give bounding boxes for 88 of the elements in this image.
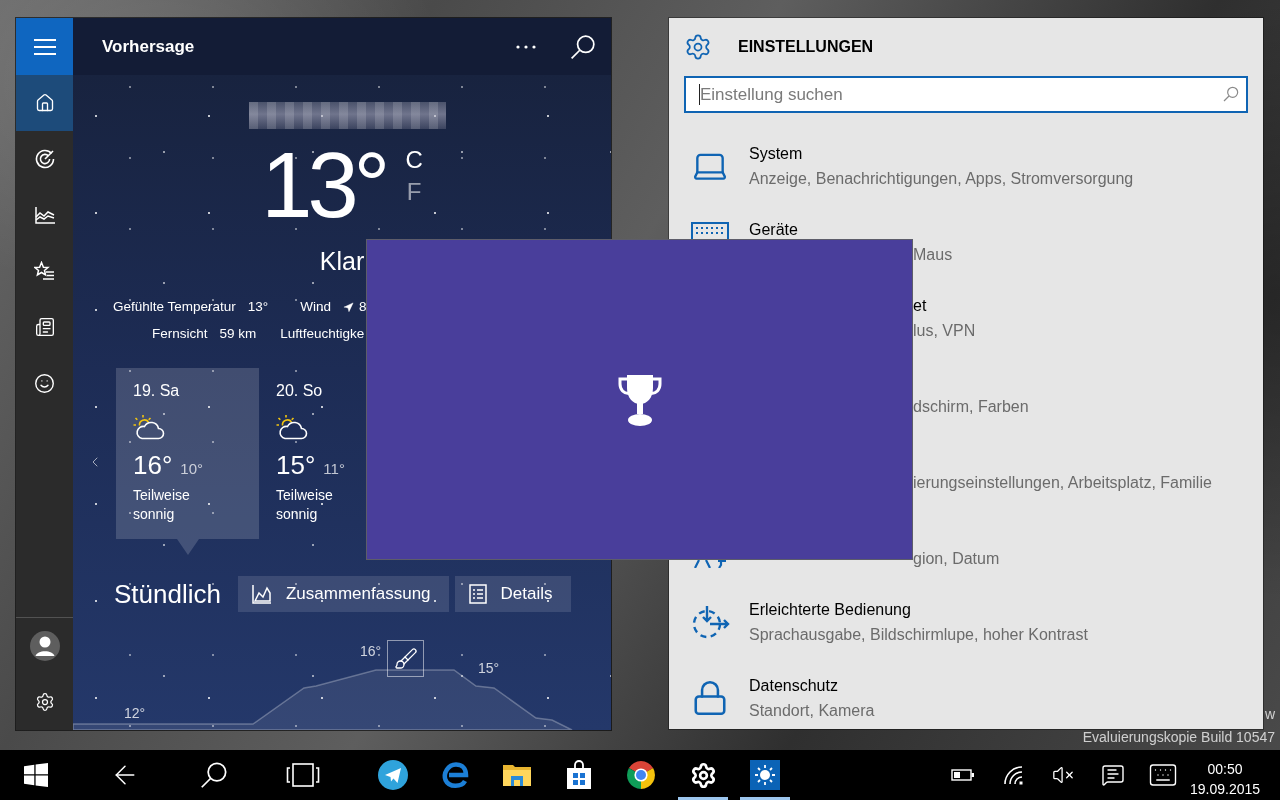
day-date: 20. So (276, 382, 323, 400)
search-icon (200, 761, 228, 789)
detail-value: 13° (247, 298, 269, 316)
category-description: gion, Datum (913, 549, 1000, 569)
graph-label: 12° (124, 705, 146, 721)
view-button[interactable]: Details (454, 576, 571, 612)
keyboard-icon (691, 222, 729, 239)
tricolor-ring-icon (626, 760, 656, 790)
category-title[interactable]: Erleichterte Bedienung (749, 597, 911, 622)
day-condition: Teilweise sonnig (133, 486, 191, 524)
category-title[interactable]: Datenschutz (749, 673, 838, 698)
task-view-icon (286, 763, 320, 787)
watermark-text: w (1264, 705, 1275, 724)
battery-icon (951, 768, 975, 782)
muted-speaker-icon (1052, 764, 1074, 786)
wifi-icon (1002, 764, 1024, 786)
menu-icon (33, 38, 56, 55)
current-temperature: 13° (261, 135, 386, 235)
paper-plane-icon (378, 760, 408, 790)
home-icon (34, 93, 55, 113)
category-description: Maus (913, 245, 953, 265)
lock-icon (691, 679, 729, 717)
low-temperature: 10° (180, 460, 203, 477)
day-condition: Teilweise sonnig (276, 486, 334, 524)
day-card[interactable]: 19. Sa 16° 10° Teilweise sonnig (116, 368, 259, 556)
letter-fragment-icon (693, 560, 727, 568)
category-title[interactable]: System (749, 141, 803, 166)
e-logo-icon (440, 760, 470, 790)
dashed-circle-arrows-icon (690, 604, 730, 640)
high-temperature: 16° (133, 450, 173, 480)
avatar-icon (29, 631, 60, 661)
shopping-bag-icon (566, 760, 592, 790)
partly-sunny-icon (276, 414, 308, 440)
detail-label: Luftfeuchtigke (280, 325, 365, 343)
message-icon (1101, 763, 1125, 787)
category-description: lus, VPN (913, 321, 976, 341)
graph-label: 16° (360, 643, 382, 659)
gear-icon (689, 761, 717, 789)
chart-icon (251, 584, 272, 604)
clock-date[interactable]: 19.09.2015 (1189, 779, 1261, 799)
start-logo-icon (23, 762, 49, 788)
direction-arrow-icon (343, 301, 354, 313)
detail-value: 8 (359, 298, 367, 316)
search-icon (1223, 86, 1239, 102)
settings-icon (684, 33, 712, 61)
menu-button[interactable] (16, 18, 73, 75)
category-title[interactable]: Geräte (749, 217, 798, 242)
edit-button[interactable] (387, 640, 424, 677)
partly-sunny-icon (133, 414, 165, 440)
category-description: dschirm, Farben (913, 397, 1029, 417)
text-cursor-icon (699, 84, 700, 105)
folder-icon (502, 762, 532, 788)
list-icon (468, 584, 487, 604)
graph-label: 15° (478, 660, 500, 676)
search-icon (570, 33, 596, 60)
high-temperature: 15° (276, 450, 316, 480)
unit-option[interactable]: C (405, 145, 423, 175)
detail-label: Gefühlte Temperatur (113, 298, 236, 316)
newspaper-icon (34, 317, 55, 337)
more-icon (516, 44, 536, 49)
brush-icon (393, 646, 418, 671)
section-title: Stündlich (114, 578, 221, 611)
view-button[interactable]: Zusammenfassung (237, 576, 449, 612)
category-description: Anzeige, Benachrichtigungen, Apps, Stromversorgung (749, 169, 1134, 189)
category-title[interactable]: et (913, 293, 927, 318)
day-date: 19. Sa (133, 382, 180, 400)
watermark-text: Evaluierungskopie Build 10547 (1082, 728, 1275, 747)
settings-icon (34, 692, 55, 712)
search-field[interactable]: Einstellung suchen (684, 76, 1248, 113)
unit-option[interactable]: F (405, 177, 423, 207)
radar-icon (34, 149, 55, 169)
window-title: EINSTELLUNGEN (738, 38, 874, 56)
detail-label: Wind (300, 298, 331, 316)
category-description: Sprachausgabe, Bildschirmlupe, hoher Kontrast (749, 625, 1088, 645)
day-card[interactable]: 20. So 15° 11° Teilweise sonnig (259, 368, 364, 556)
detail-value: 59 km (219, 325, 257, 343)
line-chart-icon (34, 206, 55, 224)
category-description: ierungseinstellungen, Arbeitsplatz, Familie (913, 473, 1212, 493)
smiley-icon (34, 372, 55, 394)
clock-time[interactable]: 00:50 (1207, 759, 1243, 779)
category-description: Standort, Kamera (749, 701, 875, 721)
page-title: Vorhersage (102, 36, 195, 57)
star-list-icon (34, 261, 55, 281)
nav-item[interactable] (16, 75, 73, 131)
sun-icon (750, 760, 780, 790)
detail-label: Fernsicht (152, 325, 208, 343)
condition-text: Klar (319, 246, 365, 276)
low-temperature: 11° (323, 460, 345, 477)
